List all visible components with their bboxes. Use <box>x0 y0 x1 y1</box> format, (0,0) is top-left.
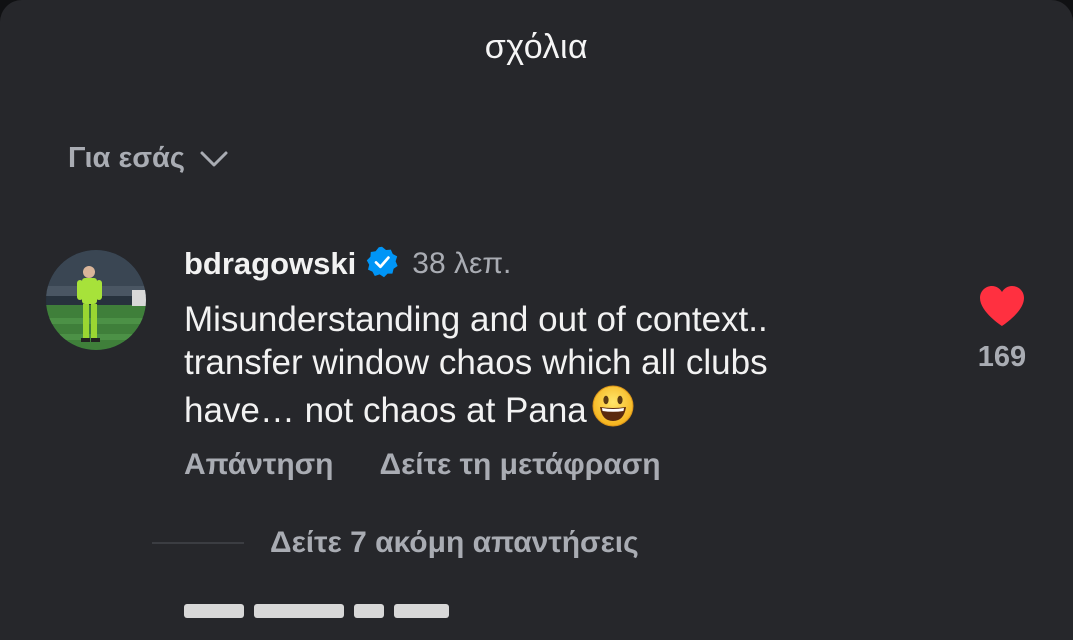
comment-text-line: Misunderstanding and out of context.. <box>184 300 768 339</box>
sort-filter-dropdown[interactable]: Για εσάς <box>68 142 229 175</box>
comment-text: Misunderstanding and out of context.. tr… <box>184 298 944 438</box>
comment-header: bdragowski 38 λεπ. <box>184 242 511 286</box>
see-translation-button[interactable]: Δείτε τη μετάφραση <box>380 448 661 482</box>
comment-actions: Απάντηση Δείτε τη μετάφραση <box>184 448 661 482</box>
next-comment-fragment <box>184 604 244 618</box>
comment-text-line: transfer window chaos which all clubs <box>184 343 768 382</box>
comment-username[interactable]: bdragowski <box>184 246 356 282</box>
like-control: 169 <box>972 284 1032 374</box>
next-comment-fragment <box>394 604 449 618</box>
like-count: 169 <box>977 341 1027 373</box>
comment-timestamp: 38 λεπ. <box>412 247 512 280</box>
reply-button[interactable]: Απάντηση <box>184 448 334 482</box>
next-comment-peek <box>184 604 449 618</box>
verified-badge-icon <box>366 246 398 283</box>
chevron-down-icon <box>200 151 228 166</box>
avatar[interactable] <box>46 250 146 350</box>
avatar-image <box>46 250 146 350</box>
replies-divider-line <box>152 542 244 544</box>
smiling-face-icon <box>591 384 635 438</box>
view-more-replies-button[interactable]: Δείτε 7 ακόμη απαντήσεις <box>152 526 639 560</box>
filter-label: Για εσάς <box>68 142 185 174</box>
comments-sheet: σχόλια Για εσάς bdragowski 38 λεπ. Misun… <box>0 0 1073 640</box>
heart-icon[interactable] <box>977 284 1027 328</box>
next-comment-fragment <box>354 604 384 618</box>
next-comment-fragment <box>254 604 344 618</box>
comment-text-line-content: have… not chaos at Pana <box>184 391 587 430</box>
comment-text-line: have… not chaos at Pana <box>184 384 944 438</box>
view-more-replies-label: Δείτε 7 ακόμη απαντήσεις <box>270 526 639 559</box>
sheet-title: σχόλια <box>484 28 589 66</box>
